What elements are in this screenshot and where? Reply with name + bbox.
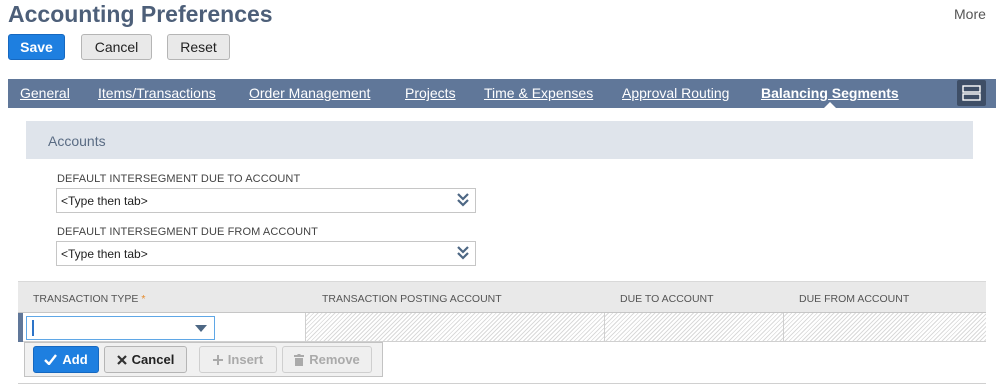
close-icon: [116, 354, 127, 365]
tab-bar: General Items/Transactions Order Managem…: [8, 79, 996, 108]
column-header-due-from-account: DUE FROM ACCOUNT: [799, 293, 910, 305]
row-marker: [18, 313, 23, 342]
page-title: Accounting Preferences: [8, 1, 273, 27]
due-from-account-select[interactable]: <Type then tab>: [56, 241, 476, 266]
transaction-posting-account-cell[interactable]: [305, 313, 604, 341]
save-button[interactable]: Save: [8, 34, 65, 60]
tab-order-management[interactable]: Order Management: [249, 85, 370, 101]
due-from-account-cell[interactable]: [783, 313, 986, 341]
accounts-section-header: Accounts: [26, 121, 973, 159]
section-title: Accounts: [48, 133, 106, 149]
required-marker: *: [141, 293, 146, 305]
more-link[interactable]: More: [954, 6, 986, 22]
due-to-account-label: DEFAULT INTERSEGMENT DUE TO ACCOUNT: [57, 173, 301, 185]
text-cursor: [32, 320, 34, 336]
double-chevron-down-icon[interactable]: [457, 191, 469, 209]
tab-projects[interactable]: Projects: [405, 85, 456, 101]
remove-line-button[interactable]: Remove: [282, 346, 372, 373]
double-chevron-down-icon[interactable]: [457, 244, 469, 262]
transaction-type-select[interactable]: [26, 316, 215, 340]
checkmark-icon: [44, 354, 58, 365]
grid-header: TRANSACTION TYPE * TRANSACTION POSTING A…: [18, 281, 986, 313]
plus-icon: [212, 354, 223, 365]
due-from-account-label: DEFAULT INTERSEGMENT DUE FROM ACCOUNT: [57, 226, 319, 238]
tab-time-expenses[interactable]: Time & Expenses: [484, 85, 593, 101]
tab-general[interactable]: General: [20, 85, 70, 101]
insert-line-button[interactable]: Insert: [199, 346, 277, 373]
tab-items-transactions[interactable]: Items/Transactions: [98, 85, 216, 101]
due-from-account-value: <Type then tab>: [61, 247, 148, 261]
column-header-transaction-posting-account: TRANSACTION POSTING ACCOUNT: [322, 293, 502, 305]
active-tab-indicator: [823, 102, 837, 109]
grid-bottom-divider: [18, 383, 986, 384]
due-to-account-cell[interactable]: [604, 313, 783, 341]
column-header-label: TRANSACTION TYPE: [33, 293, 139, 305]
column-header-due-to-account: DUE TO ACCOUNT: [620, 293, 714, 305]
add-line-label: Add: [62, 352, 88, 367]
due-to-account-value: <Type then tab>: [61, 194, 148, 208]
tab-approval-routing[interactable]: Approval Routing: [622, 85, 729, 101]
reset-button[interactable]: Reset: [167, 34, 230, 60]
cancel-line-label: Cancel: [131, 352, 175, 367]
cancel-line-button[interactable]: Cancel: [104, 346, 187, 373]
remove-line-label: Remove: [309, 352, 360, 367]
trash-icon: [294, 353, 305, 366]
layout-toggle-button[interactable]: [957, 80, 986, 106]
chevron-down-icon[interactable]: [195, 325, 207, 332]
column-header-transaction-type: TRANSACTION TYPE *: [33, 293, 145, 305]
layout-toggle-icon: [962, 85, 981, 101]
insert-line-label: Insert: [227, 352, 264, 367]
cancel-button[interactable]: Cancel: [81, 34, 152, 60]
due-to-account-select[interactable]: <Type then tab>: [56, 188, 476, 213]
tab-balancing-segments[interactable]: Balancing Segments: [761, 85, 899, 101]
add-line-button[interactable]: Add: [33, 346, 99, 373]
